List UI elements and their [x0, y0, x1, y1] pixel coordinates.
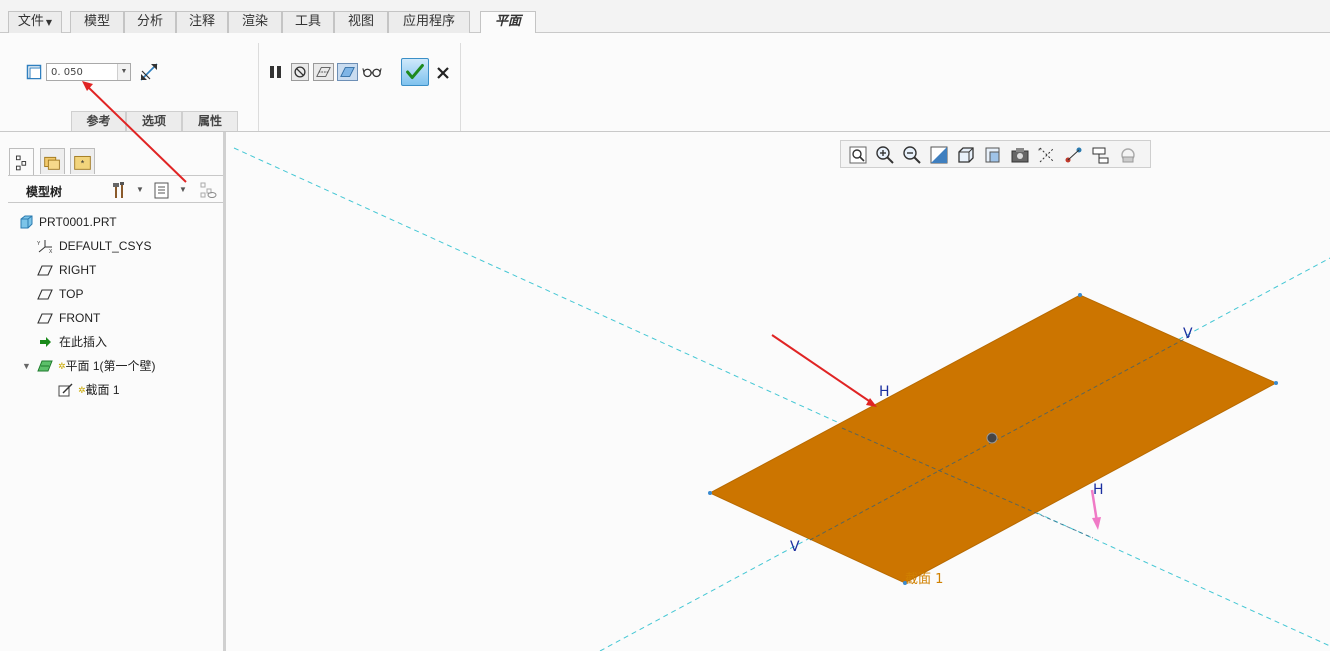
tree-item-label: RIGHT — [59, 263, 97, 277]
menu-file-label: 文件 — [17, 14, 44, 29]
tab-properties[interactable]: 属性 — [182, 111, 238, 131]
hide-filter-icon[interactable] — [198, 180, 218, 200]
tree-item-insert-here[interactable]: 在此插入 — [0, 332, 220, 352]
annotation-display-icon[interactable] — [1090, 144, 1112, 166]
menu-apps[interactable]: 应用程序 — [388, 11, 470, 33]
graphics-viewport[interactable] — [229, 132, 1330, 651]
svg-text:*: * — [81, 159, 85, 169]
menu-annotate[interactable]: 注释 — [176, 11, 228, 33]
model-tree-title: 模型树 — [26, 185, 63, 199]
glasses-icon[interactable] — [362, 61, 382, 83]
expand-arrow-icon[interactable]: ▼ — [22, 356, 31, 376]
tree-item-section[interactable]: ✲截面 1 — [0, 380, 220, 400]
thickness-combo[interactable]: ▼ — [46, 63, 131, 81]
tree-item-label: FRONT — [59, 311, 101, 325]
tab-folder-browser-icon[interactable] — [40, 148, 65, 174]
tree-item-csys[interactable]: YX DEFAULT_CSYS — [0, 236, 220, 256]
csys-icon: YX — [37, 240, 53, 253]
insert-arrow-icon — [40, 337, 51, 347]
svg-text:Y: Y — [37, 241, 41, 247]
new-feature-star-icon: ✲ — [58, 361, 66, 371]
new-feature-star-icon: ✲ — [78, 385, 86, 395]
datum-plane-icon — [37, 265, 53, 276]
menu-tools[interactable]: 工具 — [282, 11, 334, 33]
tree-item-label: TOP — [59, 287, 84, 301]
show-settings-icon[interactable] — [152, 180, 172, 200]
divider — [460, 43, 461, 131]
spin-center-icon[interactable] — [1117, 144, 1139, 166]
svg-text:X: X — [49, 249, 53, 253]
close-icon[interactable] — [433, 61, 453, 83]
datum-plane-icon — [37, 289, 53, 300]
menu-file[interactable]: 文件 ▼ — [8, 11, 62, 33]
tree-item-label: ✲截面 1 — [78, 380, 120, 400]
tab-favorites-icon[interactable]: * — [70, 148, 95, 174]
tools-settings-icon[interactable] — [110, 180, 130, 200]
ribbon: ▼ 参考 选项 属性 — [0, 33, 1330, 132]
divider — [258, 43, 259, 131]
zoom-in-icon[interactable] — [874, 144, 896, 166]
thickness-icon — [26, 64, 42, 80]
no-preview-icon[interactable] — [291, 63, 309, 81]
model-tree-panel: * 模型树 ▼ ▼ PRT0001.PRT YX DEFAULT_CSYS RI… — [0, 132, 226, 651]
zoom-out-icon[interactable] — [901, 144, 923, 166]
svg-text:*: * — [1038, 148, 1041, 155]
flip-thickness-icon[interactable] — [138, 61, 160, 83]
tree-item-label: ✲平面 1(第一个壁) — [58, 356, 156, 376]
menu-render[interactable]: 渲染 — [228, 11, 282, 33]
menu-model[interactable]: 模型 — [70, 11, 124, 33]
chevron-down-icon[interactable]: ▼ — [136, 185, 144, 194]
tree-item-front[interactable]: FRONT — [0, 308, 220, 328]
model-tree-header: 模型树 ▼ ▼ — [8, 175, 223, 203]
tree-item-right[interactable]: RIGHT — [0, 260, 220, 280]
datum-display-icon[interactable]: * — [1036, 144, 1058, 166]
datum-plane-icon — [37, 313, 53, 324]
tree-item-label: DEFAULT_CSYS — [59, 239, 152, 253]
menu-view[interactable]: 视图 — [334, 11, 388, 33]
chevron-down-icon[interactable]: ▼ — [179, 185, 187, 194]
tree-item-part[interactable]: PRT0001.PRT — [0, 212, 220, 232]
menu-bar: 文件 ▼ 模型 分析 注释 渲染 工具 视图 应用程序 平面 — [0, 0, 1330, 34]
datum-points-icon[interactable] — [1063, 144, 1085, 166]
chevron-down-icon[interactable]: ▼ — [117, 64, 130, 80]
sheetmetal-planar-icon — [37, 360, 53, 372]
menu-planar-tab[interactable]: 平面 — [480, 11, 536, 34]
tree-item-label-text: 截面 1 — [85, 383, 120, 397]
display-style-icon[interactable] — [955, 144, 977, 166]
tab-options[interactable]: 选项 — [126, 111, 182, 131]
tree-item-label: 在此插入 — [59, 335, 108, 349]
separate-preview-icon[interactable] — [313, 63, 334, 81]
part-icon — [20, 215, 33, 229]
refit-icon[interactable] — [847, 144, 869, 166]
saved-orientations-icon[interactable] — [982, 144, 1004, 166]
ok-check-icon[interactable] — [401, 58, 429, 86]
pause-icon[interactable] — [266, 61, 286, 83]
tree-item-planar-wall[interactable]: ▼ ✲平面 1(第一个壁) — [0, 356, 220, 376]
view-manager-icon[interactable] — [1009, 144, 1031, 166]
repaint-icon[interactable] — [928, 144, 950, 166]
thickness-input[interactable] — [47, 64, 117, 80]
chevron-down-icon: ▼ — [45, 18, 53, 27]
menu-analysis[interactable]: 分析 — [124, 11, 176, 33]
tree-item-label-text: 平面 1(第一个壁) — [65, 359, 156, 373]
sketch-icon — [58, 383, 73, 397]
tab-model-tree-icon[interactable] — [9, 148, 34, 175]
tab-references[interactable]: 参考 — [71, 111, 126, 131]
view-toolbar: * — [840, 140, 1151, 168]
tree-item-label: PRT0001.PRT — [39, 215, 117, 229]
tree-item-top[interactable]: TOP — [0, 284, 220, 304]
verify-preview-icon[interactable] — [337, 63, 358, 81]
